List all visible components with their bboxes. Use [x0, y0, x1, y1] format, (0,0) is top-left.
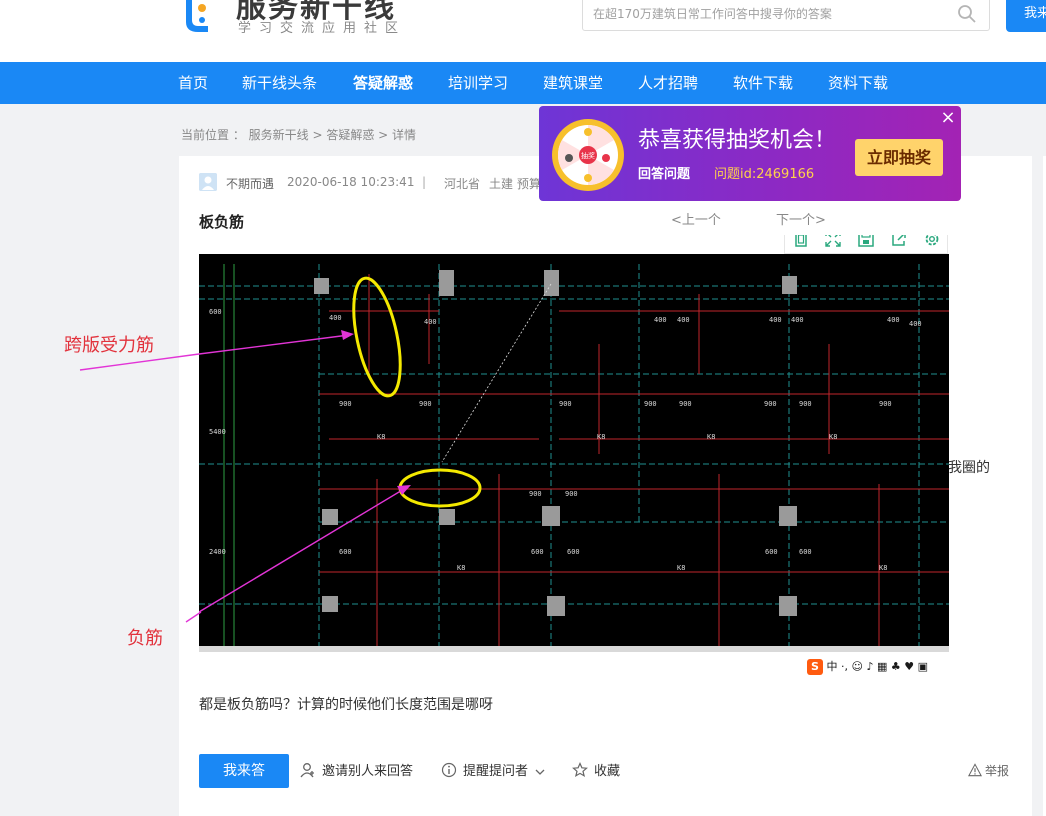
svg-text:900: 900: [644, 400, 657, 408]
svg-text:K8: K8: [457, 564, 465, 572]
svg-text:900: 900: [529, 490, 542, 498]
svg-text:抽奖: 抽奖: [581, 151, 595, 160]
next-question-link[interactable]: 下一个>: [776, 209, 826, 228]
remind-label: 提醒提问者: [463, 764, 529, 779]
svg-text:K8: K8: [377, 433, 385, 441]
draw-now-button[interactable]: 立即抽奖: [855, 139, 943, 176]
close-icon[interactable]: ×: [939, 109, 957, 127]
warning-icon: [967, 763, 983, 777]
question-pager: <上一个 下一个>: [539, 201, 961, 235]
ime-toolbar-text: 中 ·, ☺ ♪ ▦ ♣ ♥ ▣: [826, 660, 928, 673]
nav-item-home[interactable]: 首页: [178, 62, 208, 104]
svg-text:K8: K8: [677, 564, 685, 572]
report-label: 举报: [985, 764, 1010, 778]
favorite-button[interactable]: 收藏: [572, 762, 620, 780]
prize-wheel-icon: 抽奖: [552, 119, 624, 191]
svg-text:5400: 5400: [209, 428, 226, 436]
popup-answer-label: 回答问题: [638, 167, 691, 182]
svg-text:K8: K8: [829, 433, 837, 441]
svg-text:900: 900: [559, 400, 572, 408]
ask-question-button[interactable]: 我来: [1006, 0, 1046, 32]
svg-text:400: 400: [329, 314, 342, 322]
svg-text:900: 900: [339, 400, 352, 408]
question-body: 都是板负筋吗？计算的时候他们长度范围是哪呀: [199, 697, 493, 713]
nav-item-downloads[interactable]: 资料下载: [828, 62, 888, 104]
main-nav: 首页 新干线头条 答疑解惑 培训学习 建筑课堂 人才招聘 软件下载 资料下载: [0, 62, 1046, 104]
breadcrumb: 当前位置 ： 服务新干线 > 答疑解惑 > 详情: [181, 128, 416, 142]
post-time: 2020-06-18 10:23:41: [287, 175, 415, 189]
nav-item-training[interactable]: 培训学习: [448, 62, 508, 104]
question-title: 板负筋: [199, 213, 245, 231]
prev-question-link[interactable]: <上一个: [671, 209, 721, 228]
svg-text:400: 400: [909, 320, 922, 328]
cad-drawing: 400 400 900 900 900 900 900 900 900 900 400 40…: [199, 254, 949, 679]
favorite-label: 收藏: [594, 764, 621, 779]
svg-text:K8: K8: [879, 564, 887, 572]
svg-text:600: 600: [209, 308, 222, 316]
search-box: [582, 0, 990, 31]
svg-text:400: 400: [677, 316, 690, 324]
star-icon: [572, 762, 588, 778]
body-text-overflow: 我圈的: [948, 460, 990, 476]
site-header: 服务新干线 学习交流应用社区 我来: [0, 0, 1046, 62]
svg-text:K8: K8: [597, 433, 605, 441]
svg-text:900: 900: [799, 400, 812, 408]
invite-button[interactable]: 邀请别人来回答: [300, 762, 413, 780]
category-tags: 土建 预算: [489, 177, 541, 191]
info-icon: [441, 762, 457, 778]
nav-item-classroom[interactable]: 建筑课堂: [543, 62, 603, 104]
svg-text:400: 400: [654, 316, 667, 324]
nav-item-headlines[interactable]: 新干线头条: [242, 62, 317, 104]
svg-text:900: 900: [679, 400, 692, 408]
remind-asker-dropdown[interactable]: 提醒提问者: [441, 762, 546, 780]
nav-item-jobs[interactable]: 人才招聘: [638, 62, 698, 104]
svg-text:900: 900: [419, 400, 432, 408]
logo-subtitle: 学习交流应用社区: [238, 21, 407, 36]
svg-text:2400: 2400: [209, 548, 226, 556]
svg-text:600: 600: [799, 548, 812, 556]
invite-user-icon: [300, 763, 314, 778]
annotation-arrow-2: [185, 611, 202, 623]
ime-logo-icon: S: [807, 659, 823, 675]
svg-text:900: 900: [565, 490, 578, 498]
popup-title: 恭喜获得抽奖机会！: [638, 128, 837, 153]
nav-item-software[interactable]: 软件下载: [733, 62, 793, 104]
image-footer-border: [199, 646, 949, 652]
annotation-label-1: 跨版受力筋: [64, 335, 154, 356]
question-image[interactable]: 400 400 900 900 900 900 900 900 900 900 400 40…: [199, 254, 949, 679]
logo-icon[interactable]: [176, 0, 208, 36]
popup-question-id: 问题id:2469166: [714, 167, 815, 182]
svg-text:400: 400: [791, 316, 804, 324]
answer-button[interactable]: 我来答: [199, 754, 289, 788]
svg-text:900: 900: [879, 400, 892, 408]
search-input[interactable]: [591, 3, 955, 25]
svg-text:400: 400: [769, 316, 782, 324]
location: 河北省: [444, 177, 481, 191]
svg-text:600: 600: [567, 548, 580, 556]
svg-text:400: 400: [424, 318, 437, 326]
chevron-down-icon: [535, 769, 545, 775]
report-button[interactable]: 举报: [967, 762, 1010, 779]
avatar[interactable]: [199, 173, 217, 191]
svg-text:400: 400: [887, 316, 900, 324]
search-icon[interactable]: [957, 4, 977, 24]
ime-toolbar: S 中 ·, ☺ ♪ ▦ ♣ ♥ ▣: [807, 658, 928, 676]
svg-text:600: 600: [531, 548, 544, 556]
svg-text:600: 600: [339, 548, 352, 556]
svg-text:600: 600: [765, 548, 778, 556]
invite-label: 邀请别人来回答: [322, 764, 414, 779]
svg-text:900: 900: [764, 400, 777, 408]
svg-text:K8: K8: [707, 433, 715, 441]
meta-divider: |: [422, 175, 427, 189]
author-name[interactable]: 不期而遇: [226, 175, 274, 192]
lottery-popup: 抽奖 恭喜获得抽奖机会！ 回答问题 问题id:2469166 立即抽奖 ×: [539, 106, 961, 201]
annotation-label-2: 负筋: [127, 628, 163, 649]
nav-item-qa[interactable]: 答疑解惑: [353, 62, 413, 104]
